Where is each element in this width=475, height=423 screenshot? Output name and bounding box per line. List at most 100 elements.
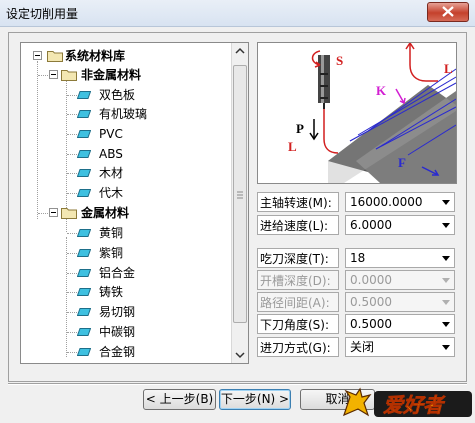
tree-item-label: ABS <box>99 147 123 161</box>
dropdown-arrow-icon <box>442 300 450 305</box>
slot-depth-value: 0.0000 <box>350 273 392 287</box>
cutting-preview: S L K P L F <box>257 42 457 184</box>
tree-group-node[interactable]: 金属材料 <box>21 204 231 222</box>
tree-group-label: 非金属材料 <box>81 68 142 82</box>
material-icon <box>77 328 91 336</box>
feed-rate-label: 进给速度(L): <box>257 215 339 235</box>
close-button[interactable] <box>427 2 469 22</box>
material-icon <box>77 348 91 356</box>
tree-item[interactable]: 合金钢 <box>21 343 231 361</box>
dropdown-arrow-icon <box>442 278 450 283</box>
tree-item-label: PVC <box>99 127 123 141</box>
tree-item-label: 中碳钢 <box>99 325 136 339</box>
dropdown-arrow-icon[interactable] <box>442 256 450 261</box>
tree-item[interactable]: 铝合金 <box>21 264 231 282</box>
folder-icon <box>61 208 77 219</box>
plunge-angle-label: 下刀角度(S): <box>257 314 339 334</box>
tree-item-label: 铸铁 <box>99 285 124 299</box>
cutting-diagram: S L K P L F <box>288 43 456 183</box>
collapse-icon[interactable] <box>33 51 42 60</box>
tree-scrollbar[interactable] <box>231 43 248 363</box>
watermark-logo: 爱好者 <box>338 385 475 420</box>
tree-group-node[interactable]: 非金属材料 <box>21 66 231 84</box>
tree-line <box>67 233 77 235</box>
close-icon <box>442 6 454 17</box>
spindle-speed-label: 主轴转速(M): <box>257 192 339 212</box>
spindle-speed-value: 16000.0000 <box>350 195 423 209</box>
collapse-icon[interactable] <box>49 70 58 79</box>
material-icon <box>77 110 91 118</box>
dropdown-arrow-icon[interactable] <box>442 345 450 350</box>
lead-in-mode-select[interactable]: 关闭 <box>345 337 455 357</box>
tree-group-label: 金属材料 <box>81 206 130 220</box>
material-icon <box>77 150 91 158</box>
plunge-angle-combo[interactable]: 0.5000 <box>345 314 455 334</box>
tree-item[interactable]: 中碳钢 <box>21 323 231 341</box>
feed-rate-combo[interactable]: 6.0000 <box>345 215 455 235</box>
window-title: 设定切削用量 <box>6 7 79 21</box>
tree-item[interactable]: 紫铜 <box>21 244 231 262</box>
grip-icon <box>237 191 243 199</box>
lead-in-mode-label: 进刀方式(G): <box>257 337 339 357</box>
feed-label: F <box>398 155 406 170</box>
tree-item-label: 木材 <box>99 166 124 180</box>
tree-line <box>67 134 77 136</box>
dropdown-arrow-icon[interactable] <box>442 223 450 228</box>
path-spacing-label: 路径间距(A): <box>257 292 339 312</box>
cut-depth-label: 吃刀深度(T): <box>257 248 339 268</box>
tree-item-label: 双色板 <box>99 88 136 102</box>
scroll-up-button[interactable] <box>232 43 248 59</box>
tree-line <box>67 332 77 334</box>
tree-line <box>67 312 77 314</box>
material-icon <box>77 130 91 138</box>
spindle-speed-label: S <box>336 53 343 68</box>
material-icon <box>77 308 91 316</box>
scroll-thumb[interactable] <box>233 65 247 323</box>
tree-item-label: 黄铜 <box>99 226 124 240</box>
back-button[interactable]: < 上一步(B) <box>143 389 216 410</box>
step-over-label: K <box>376 83 387 98</box>
next-button[interactable]: 下一步(N) > <box>219 389 291 410</box>
tree-line <box>67 193 77 195</box>
slot-depth-combo: 0.0000 <box>345 270 455 290</box>
tree-item[interactable]: 黄铜 <box>21 224 231 242</box>
tree-root-node[interactable]: 系统材料库 <box>21 47 231 65</box>
tree-item[interactable]: 有机玻璃 <box>21 105 231 123</box>
plunge-label: P <box>296 121 304 136</box>
tree-line <box>67 273 77 275</box>
material-icon <box>77 249 91 257</box>
tree-item[interactable]: ABS <box>21 145 231 163</box>
tree-item[interactable]: 双色板 <box>21 86 231 104</box>
material-tree[interactable]: 系统材料库 非金属材料 双色板 有机玻璃 PVC ABS 木材 代木 金属材料 … <box>20 42 249 364</box>
cut-depth-value: 18 <box>350 251 366 265</box>
dropdown-arrow-icon[interactable] <box>442 322 450 327</box>
tree-item[interactable]: 代木 <box>21 184 231 202</box>
material-icon <box>77 288 91 296</box>
tree-item[interactable]: 易切钢 <box>21 303 231 321</box>
path-spacing-value: 0.5000 <box>350 295 392 309</box>
tree-item-label: 紫铜 <box>99 246 124 260</box>
tree-item[interactable]: 铸铁 <box>21 283 231 301</box>
tree-line <box>67 95 77 97</box>
path-spacing-combo: 0.5000 <box>345 292 455 312</box>
feed-rate-value: 6.0000 <box>350 218 392 232</box>
tree-item[interactable]: PVC <box>21 125 231 143</box>
lead-in-label-bottom: L <box>288 139 297 154</box>
tree-line <box>67 154 77 156</box>
tree-item-label: 有机玻璃 <box>99 107 148 121</box>
cut-depth-combo[interactable]: 18 <box>345 248 455 268</box>
tree-line <box>67 114 77 116</box>
tree-item-label: 代木 <box>99 186 124 200</box>
spindle-speed-combo[interactable]: 16000.0000 <box>345 192 455 212</box>
lead-in-mode-value: 关闭 <box>350 340 375 354</box>
tree-line <box>67 173 77 175</box>
collapse-icon[interactable] <box>49 208 58 217</box>
tree-item-label: 合金钢 <box>99 345 136 359</box>
tree-item[interactable]: 木材 <box>21 164 231 182</box>
plunge-angle-value: 0.5000 <box>350 317 392 331</box>
lead-in-label-top: L <box>444 61 453 76</box>
material-icon <box>77 269 91 277</box>
title-bar: 设定切削用量 <box>0 0 475 27</box>
scroll-down-button[interactable] <box>232 347 248 363</box>
dropdown-arrow-icon[interactable] <box>442 200 450 205</box>
